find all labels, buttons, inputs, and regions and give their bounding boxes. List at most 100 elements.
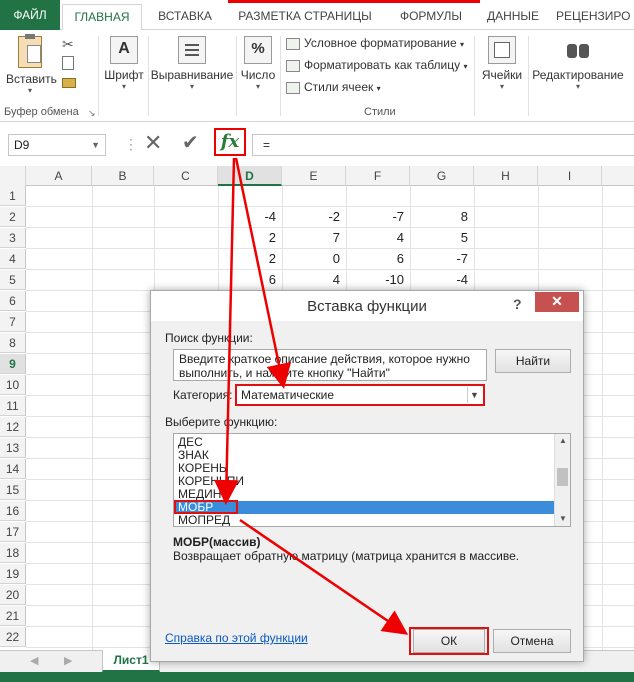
row-header[interactable]: 6 [0, 291, 26, 311]
cell-d4[interactable]: 2 [218, 249, 282, 269]
chevron-down-icon[interactable]: ▼ [91, 135, 100, 155]
row-header[interactable]: 18 [0, 543, 26, 563]
column-header[interactable]: G [410, 166, 474, 186]
scroll-left-icon[interactable]: ◀ [30, 654, 38, 667]
row-header[interactable]: 2 [0, 207, 26, 227]
conditional-formatting-button[interactable]: Условное форматирование ▾ [286, 36, 464, 50]
cell-g4[interactable]: -7 [410, 249, 474, 269]
cell-g2[interactable]: 8 [410, 207, 474, 227]
paste-label: Вставить [6, 72, 57, 86]
row-header[interactable]: 7 [0, 312, 26, 332]
paste-button[interactable]: Вставить ▾ [6, 34, 57, 95]
search-input[interactable]: Введите краткое описание действия, котор… [173, 349, 487, 381]
row-header[interactable]: 15 [0, 480, 26, 500]
row-header[interactable]: 16 [0, 501, 26, 521]
row-header[interactable]: 10 [0, 375, 26, 395]
percent-icon: % [244, 36, 272, 64]
editing-button[interactable]: Редактирование ▾ [530, 36, 626, 91]
row-header[interactable]: 14 [0, 459, 26, 479]
scrollbar[interactable]: ▲ ▼ [554, 434, 570, 526]
cancel-button[interactable]: Отмена [493, 629, 571, 653]
format-as-table-button[interactable]: Форматировать как таблицу ▾ [286, 58, 468, 72]
scroll-down-icon[interactable]: ▼ [555, 512, 570, 526]
cancel-icon[interactable]: ✕ [144, 130, 162, 156]
help-icon[interactable]: ? [513, 296, 522, 312]
list-item[interactable]: МОПРЕД [178, 514, 230, 527]
format-painter-icon[interactable] [62, 78, 76, 88]
column-header[interactable]: F [346, 166, 410, 186]
cell-e2[interactable]: -2 [282, 207, 346, 227]
ok-button[interactable]: ОК [413, 629, 485, 653]
scroll-thumb[interactable] [557, 468, 568, 486]
cell-f3[interactable]: 4 [346, 228, 410, 248]
cell-styles-icon [286, 81, 300, 94]
column-header[interactable]: I [538, 166, 602, 186]
scroll-up-icon[interactable]: ▲ [555, 434, 570, 448]
column-header[interactable] [602, 166, 634, 186]
cell-styles-button[interactable]: Стили ячеек ▾ [286, 80, 381, 94]
enter-icon[interactable]: ✔ [182, 130, 199, 155]
cell-g3[interactable]: 5 [410, 228, 474, 248]
cell-f4[interactable]: 6 [346, 249, 410, 269]
alignment-label: Выравнивание [150, 68, 234, 82]
column-header[interactable]: E [282, 166, 346, 186]
column-header[interactable]: H [474, 166, 538, 186]
cut-icon[interactable]: ✂ [62, 36, 74, 53]
row-header[interactable]: 8 [0, 333, 26, 353]
tab-review[interactable]: РЕЦЕНЗИРО [556, 4, 634, 30]
row-header[interactable]: 17 [0, 522, 26, 542]
scroll-right-icon[interactable]: ▶ [64, 654, 72, 667]
insert-function-dialog: Вставка функции ? ✕ Поиск функции: Введи… [150, 290, 584, 662]
function-description: Возвращает обратную матрицу (матрица хра… [173, 549, 520, 563]
row-header[interactable]: 22 [0, 627, 26, 647]
row-header[interactable]: 21 [0, 606, 26, 626]
cells-button[interactable]: Ячейки ▾ [478, 36, 526, 91]
tab-home[interactable]: ГЛАВНАЯ [62, 4, 142, 31]
row-header[interactable]: 11 [0, 396, 26, 416]
tab-page-layout[interactable]: РАЗМЕТКА СТРАНИЦЫ [230, 4, 380, 30]
row-header[interactable]: 13 [0, 438, 26, 458]
name-box[interactable]: D9 ▼ [8, 134, 106, 156]
number-button[interactable]: % Число ▾ [238, 36, 278, 91]
row-header[interactable]: 4 [0, 249, 26, 269]
row-header-selected[interactable]: 9 [0, 354, 26, 374]
tab-file[interactable]: ФАЙЛ [0, 0, 60, 30]
insert-function-button[interactable]: fx [214, 128, 246, 156]
formula-input[interactable]: = [252, 134, 634, 156]
row-header[interactable]: 5 [0, 270, 26, 290]
cell-f2[interactable]: -7 [346, 207, 410, 227]
font-button[interactable]: A Шрифт ▾ [102, 36, 146, 91]
tab-data[interactable]: ДАННЫЕ [480, 4, 546, 30]
category-select[interactable]: Математические ▼ [235, 384, 485, 406]
close-button[interactable]: ✕ [535, 292, 579, 312]
row-header[interactable]: 20 [0, 585, 26, 605]
cell-d5[interactable]: 6 [218, 270, 282, 290]
tab-formulas[interactable]: ФОРМУЛЫ [390, 4, 472, 30]
column-header[interactable]: A [26, 166, 92, 186]
column-header[interactable]: C [154, 166, 218, 186]
row-header[interactable]: 19 [0, 564, 26, 584]
chevron-down-icon[interactable]: ▼ [467, 387, 481, 403]
alignment-button[interactable]: Выравнивание ▾ [150, 36, 234, 91]
tab-insert[interactable]: ВСТАВКА [148, 4, 222, 30]
dialog-launcher-icon[interactable]: ↘ [88, 108, 96, 119]
number-label: Число [240, 68, 276, 82]
caret-down-icon: ▾ [575, 82, 580, 91]
cell-e5[interactable]: 4 [282, 270, 346, 290]
cell-g5[interactable]: -4 [410, 270, 474, 290]
row-header[interactable]: 12 [0, 417, 26, 437]
find-button[interactable]: Найти [495, 349, 571, 373]
cell-e3[interactable]: 7 [282, 228, 346, 248]
cell-d3[interactable]: 2 [218, 228, 282, 248]
column-header-selected[interactable]: D [218, 166, 282, 186]
select-all-corner[interactable] [0, 166, 26, 186]
help-link[interactable]: Справка по этой функции [165, 631, 308, 645]
row-header[interactable]: 1 [0, 186, 26, 206]
cell-d2[interactable]: -4 [218, 207, 282, 227]
cell-f5[interactable]: -10 [346, 270, 410, 290]
cell-e4[interactable]: 0 [282, 249, 346, 269]
copy-icon[interactable] [62, 56, 74, 70]
function-list[interactable]: ДЕС ЗНАК КОРЕНЬ КОРЕНЬПИ МЕДИН МОБР МОПР… [173, 433, 571, 527]
column-header[interactable]: B [92, 166, 154, 186]
row-header[interactable]: 3 [0, 228, 26, 248]
